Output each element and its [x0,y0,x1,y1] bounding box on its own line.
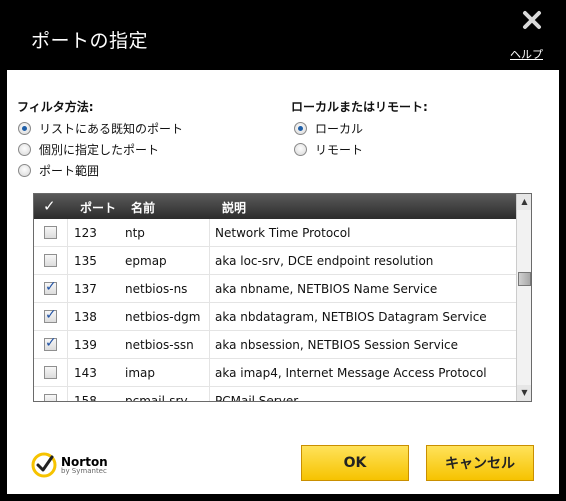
column-divider [67,247,68,275]
scroll-down-icon[interactable]: ▼ [517,385,531,401]
scroll-up-icon[interactable]: ▲ [517,194,531,210]
radio-remote[interactable]: リモート [294,141,363,158]
close-icon[interactable] [520,8,544,32]
radio-indicator[interactable] [18,143,31,156]
header-port[interactable]: ポート [80,199,116,216]
column-divider [209,359,210,387]
radio-label: 個別に指定したポート [39,143,160,157]
radio-indicator[interactable] [18,164,31,177]
row-checkbox[interactable] [44,366,57,379]
table-rows: 123 ntp Network Time Protocol 135 epmap … [34,219,516,402]
row-name: pcmail-srv [125,394,188,402]
select-all-checkmark[interactable]: ✓ [43,197,56,215]
row-port: 137 [74,282,97,296]
table-scrollbar[interactable]: ▲ ▼ [516,194,531,401]
norton-logo: Norton by Symantec [31,450,108,480]
row-checkbox[interactable] [44,335,57,351]
table-row[interactable]: 135 epmap aka loc-srv, DCE endpoint reso… [34,247,516,275]
radio-individual-ports[interactable]: 個別に指定したポート [18,141,159,158]
cancel-button[interactable]: キャンセル [426,445,534,481]
column-divider [67,303,68,331]
logo-name: Norton [61,454,108,469]
header-description[interactable]: 説明 [222,199,246,216]
ok-button[interactable]: OK [301,445,409,481]
scroll-thumb[interactable] [518,272,531,286]
table-row[interactable]: 138 netbios-dgm aka nbdatagram, NETBIOS … [34,303,516,331]
row-name: netbios-dgm [125,310,201,324]
column-divider [209,219,210,247]
table-row[interactable]: 158 pcmail-srv PCMail Server [34,387,516,402]
radio-indicator[interactable] [18,122,31,135]
radio-indicator[interactable] [294,143,307,156]
table-row[interactable]: 143 imap aka imap4, Internet Message Acc… [34,359,516,387]
row-name: netbios-ssn [125,338,194,352]
row-name: imap [125,366,155,380]
row-description: Network Time Protocol [215,226,351,240]
norton-check-icon [31,452,57,478]
row-port: 143 [74,366,97,380]
header-name[interactable]: 名前 [131,199,155,216]
column-divider [209,331,210,359]
radio-indicator[interactable] [294,122,307,135]
radio-label: ローカル [315,122,364,136]
row-checkbox[interactable] [44,279,57,295]
row-port: 158 [74,394,97,402]
row-port: 139 [74,338,97,352]
filter-method-label: フィルタ方法: [17,100,94,114]
column-divider [67,359,68,387]
row-checkbox[interactable] [44,226,57,239]
radio-label: リストにある既知のポート [39,122,184,136]
scope-label: ローカルまたはリモート: [291,100,428,114]
title-bar: ポートの指定 ヘルプ [0,0,566,70]
column-divider [209,275,210,303]
table-header: ✓ ポート 名前 説明 [34,194,516,219]
ports-table: ✓ ポート 名前 説明 123 ntp Network Time Protoco… [33,193,532,402]
row-name: netbios-ns [125,282,188,296]
dialog-window: ポートの指定 ヘルプ フィルタ方法: リストにある既知のポート 個別に指定したポ… [0,0,566,501]
row-description: aka loc-srv, DCE endpoint resolution [215,254,434,268]
column-divider [67,387,68,401]
row-name: ntp [125,226,145,240]
column-divider [209,303,210,331]
row-description: aka nbname, NETBIOS Name Service [215,282,438,296]
row-description: aka nbsession, NETBIOS Session Service [215,338,459,352]
radio-port-range[interactable]: ポート範囲 [18,162,99,179]
row-port: 138 [74,310,97,324]
column-divider [67,275,68,303]
column-divider [209,247,210,275]
column-divider [67,331,68,359]
column-divider [209,387,210,401]
table-row[interactable]: 123 ntp Network Time Protocol [34,219,516,247]
logo-sub: by Symantec [61,466,107,475]
radio-label: ポート範囲 [39,164,100,178]
row-port: 135 [74,254,97,268]
row-name: epmap [125,254,167,268]
radio-label: リモート [315,143,364,157]
table-row[interactable]: 139 netbios-ssn aka nbsession, NETBIOS S… [34,331,516,359]
radio-known-ports[interactable]: リストにある既知のポート [18,120,183,137]
row-checkbox[interactable] [44,394,57,401]
row-description: aka nbdatagram, NETBIOS Datagram Service [215,310,487,324]
help-link[interactable]: ヘルプ [510,46,543,62]
radio-local[interactable]: ローカル [294,120,363,137]
column-divider [67,219,68,247]
row-checkbox[interactable] [44,307,57,323]
row-port: 123 [74,226,97,240]
table-row[interactable]: 137 netbios-ns aka nbname, NETBIOS Name … [34,275,516,303]
row-checkbox[interactable] [44,254,57,267]
dialog-title: ポートの指定 [31,30,149,52]
dialog-content: フィルタ方法: リストにある既知のポート 個別に指定したポート ポート範囲 ロー… [7,70,559,494]
row-description: aka imap4, Internet Message Access Proto… [215,366,487,380]
row-description: PCMail Server [215,394,299,402]
